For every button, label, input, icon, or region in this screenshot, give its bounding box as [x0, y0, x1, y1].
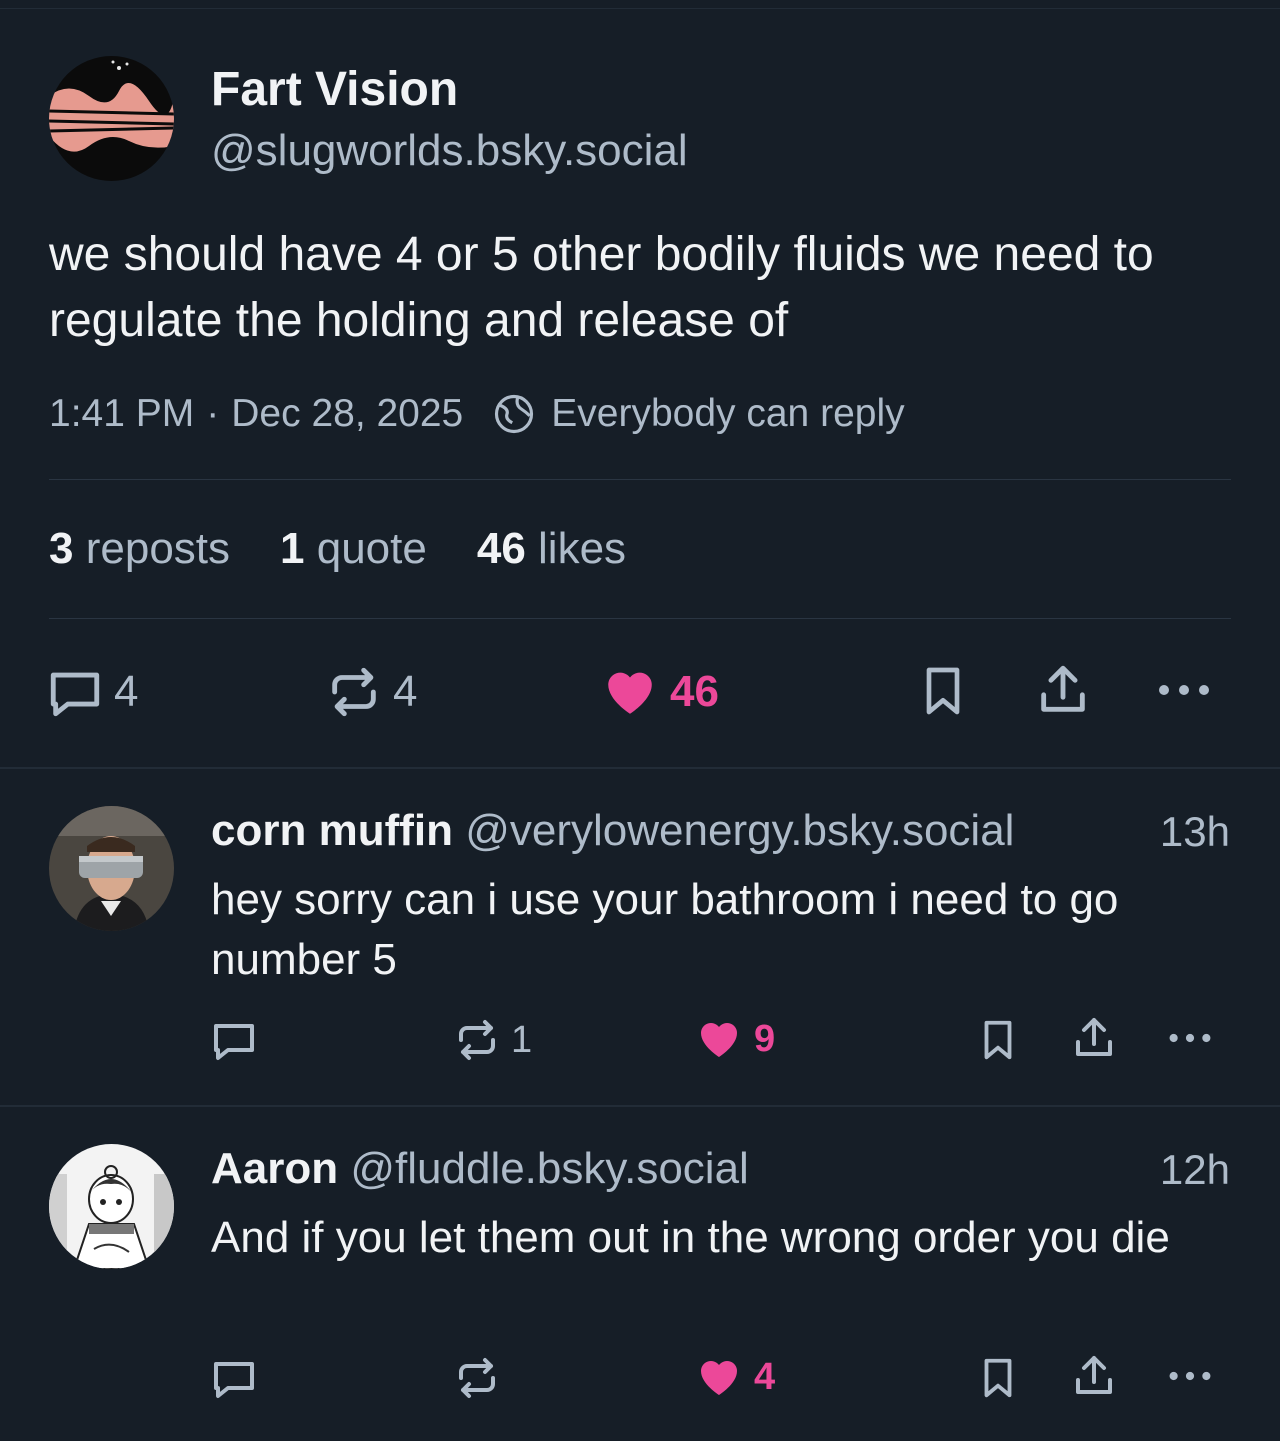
repost-button[interactable]: 4: [325, 663, 417, 721]
reply-icon: [50, 672, 100, 717]
globe-icon: [493, 393, 535, 435]
reply-icon: [214, 1024, 254, 1060]
reposts-stat[interactable]: 3 reposts: [49, 524, 230, 574]
repost-button[interactable]: 1: [453, 1016, 532, 1064]
post-time[interactable]: 1:41 PM: [49, 392, 194, 436]
likes-count: 46: [476, 524, 526, 573]
post-stats: 3 reposts 1 quote 46 likes: [49, 524, 676, 574]
like-count: 46: [670, 667, 719, 716]
like-button[interactable]: 4: [694, 1353, 775, 1401]
heart-icon: [701, 1361, 737, 1395]
likes-label: likes: [538, 524, 627, 573]
reply-avatar[interactable]: [49, 806, 174, 931]
thread-divider: [0, 767, 1280, 769]
more-button[interactable]: [1154, 668, 1214, 712]
share-icon: [1076, 1356, 1112, 1394]
quotes-count: 1: [280, 524, 305, 573]
reply-button[interactable]: 4: [46, 663, 138, 721]
post-date[interactable]: Dec 28, 2025: [231, 392, 463, 436]
bookmark-button[interactable]: [915, 663, 971, 719]
reply-author-handle[interactable]: @fluddle.bsky.social: [350, 1144, 748, 1193]
repost-button[interactable]: [453, 1354, 511, 1402]
bookmark-icon: [984, 1020, 1012, 1060]
reposts-label: reposts: [85, 524, 231, 573]
post-meta: 1:41 PM · Dec 28, 2025 Everybody can rep…: [49, 392, 905, 436]
repost-count: 1: [511, 1018, 533, 1061]
quotes-label: quote: [316, 524, 427, 573]
more-icon: [1169, 1033, 1211, 1043]
more-icon: [1169, 1371, 1211, 1381]
meta-separator: ·: [206, 392, 220, 435]
heart-icon: [608, 672, 652, 714]
share-button[interactable]: [1034, 661, 1092, 719]
reposts-count: 3: [49, 524, 74, 573]
meta-divider: [49, 479, 1231, 480]
share-button[interactable]: [1070, 1352, 1118, 1400]
reply-count: 4: [114, 667, 139, 716]
reply-text: hey sorry can i use your bathroom i need…: [211, 875, 1119, 984]
repost-icon: [459, 1020, 495, 1060]
reply-avatar[interactable]: [49, 1144, 174, 1269]
bookmark-button[interactable]: [975, 1016, 1021, 1064]
reply-time[interactable]: 13h: [1160, 808, 1230, 856]
post-text: we should have 4 or 5 other bodily fluid…: [49, 228, 1154, 347]
reply-setting[interactable]: Everybody can reply: [551, 392, 904, 436]
quotes-stat[interactable]: 1 quote: [280, 524, 427, 574]
like-button[interactable]: 9: [694, 1015, 775, 1063]
reply-author-handle[interactable]: @verylowenergy.bsky.social: [465, 806, 1014, 855]
reply-text: And if you let them out in the wrong ord…: [211, 1213, 1170, 1262]
reply-author-name[interactable]: corn muffin: [211, 806, 453, 855]
like-count: 4: [754, 1355, 776, 1398]
share-button[interactable]: [1070, 1014, 1118, 1062]
reply-author-name[interactable]: Aaron: [211, 1144, 338, 1193]
reply-header: corn muffin @verylowenergy.bsky.social: [211, 806, 1014, 856]
heart-icon: [701, 1023, 737, 1057]
repost-icon: [332, 667, 376, 717]
author-avatar[interactable]: [49, 56, 174, 181]
bookmark-icon: [926, 667, 960, 715]
more-button[interactable]: [1165, 1020, 1215, 1056]
share-icon: [1076, 1018, 1112, 1056]
author-handle[interactable]: @slugworlds.bsky.social: [211, 126, 688, 176]
stats-divider: [49, 618, 1231, 619]
like-button[interactable]: 46: [600, 663, 719, 721]
reply-button[interactable]: [210, 1354, 268, 1402]
thread-divider: [0, 1105, 1280, 1107]
reply-icon: [214, 1362, 254, 1398]
like-count: 9: [754, 1017, 776, 1060]
bookmark-icon: [984, 1358, 1012, 1398]
main-post: Fart Vision @slugworlds.bsky.social we s…: [0, 0, 1280, 768]
share-icon: [1041, 665, 1085, 712]
reply-button[interactable]: [210, 1016, 268, 1064]
reply-time[interactable]: 12h: [1160, 1146, 1230, 1194]
more-icon: [1159, 685, 1209, 695]
repost-icon: [459, 1358, 495, 1398]
reply-header: Aaron @fluddle.bsky.social: [211, 1144, 749, 1194]
bookmark-button[interactable]: [975, 1354, 1021, 1402]
repost-count: 4: [393, 667, 418, 716]
author-name[interactable]: Fart Vision: [211, 62, 458, 117]
likes-stat[interactable]: 46 likes: [477, 524, 626, 574]
more-button[interactable]: [1165, 1358, 1215, 1394]
